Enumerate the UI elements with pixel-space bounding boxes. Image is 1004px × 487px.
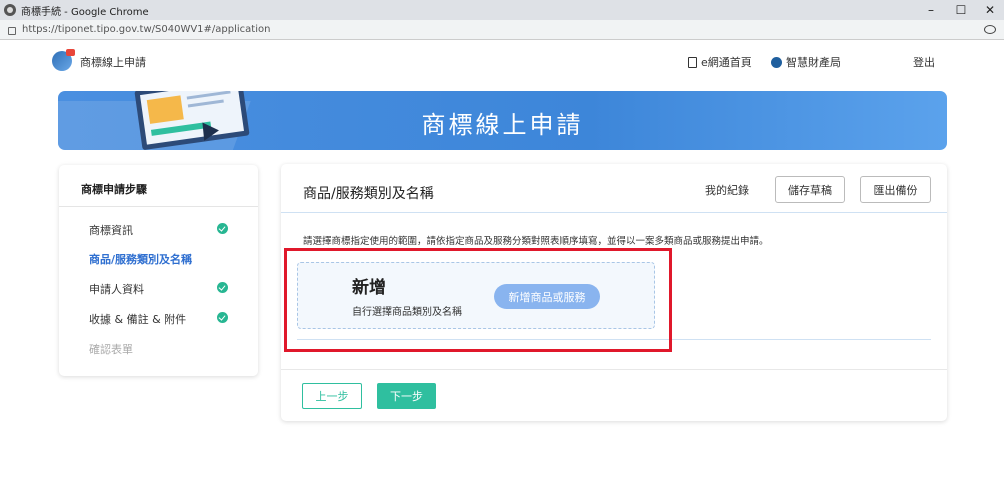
next-step-button[interactable]: 下一步 bbox=[377, 383, 436, 409]
export-backup-button[interactable]: 匯出備份 bbox=[860, 176, 931, 203]
highlight-box bbox=[284, 248, 672, 352]
step-goods-services[interactable]: 商品/服務類別及名稱 bbox=[89, 251, 239, 267]
document-icon bbox=[688, 57, 697, 68]
url-text[interactable]: https://tiponet.tipo.gov.tw/S040WV1#/app… bbox=[22, 24, 270, 35]
steps-sidebar: 商標申請步驟 商標資訊 商品/服務類別及名稱 申請人資料 收據 & 備註 & 附… bbox=[59, 165, 258, 376]
card-header-divider bbox=[281, 212, 947, 213]
lock-icon bbox=[8, 27, 16, 35]
globe-icon bbox=[771, 57, 782, 68]
check-icon bbox=[217, 223, 228, 234]
check-icon bbox=[217, 312, 228, 323]
sidebar-title: 商標申請步驟 bbox=[81, 181, 147, 197]
site-header: 商標線上申請 e網通首頁 智慧財產局 登出 bbox=[0, 41, 1004, 83]
save-draft-button[interactable]: 儲存草稿 bbox=[775, 176, 845, 203]
address-bar[interactable]: https://tiponet.tipo.gov.tw/S040WV1#/app… bbox=[0, 20, 1004, 40]
nav-home-label: e網通首頁 bbox=[701, 54, 752, 70]
page-title: 商品/服務類別及名稱 bbox=[303, 183, 434, 203]
my-record-link[interactable]: 我的紀錄 bbox=[705, 182, 749, 198]
prev-step-button[interactable]: 上一步 bbox=[302, 383, 362, 409]
banner: 商標線上申請 bbox=[58, 91, 947, 150]
tracking-eye-icon[interactable] bbox=[984, 25, 996, 34]
site-name[interactable]: 商標線上申請 bbox=[80, 54, 146, 70]
nav-home-link[interactable]: e網通首頁 bbox=[688, 54, 752, 70]
close-button[interactable]: ✕ bbox=[975, 0, 1004, 20]
nav-tipo-label: 智慧財產局 bbox=[786, 54, 841, 70]
sidebar-divider bbox=[59, 206, 258, 207]
footer-divider bbox=[281, 369, 947, 370]
step-confirm-form: 確認表單 bbox=[89, 341, 239, 357]
minimize-button[interactable]: – bbox=[916, 0, 946, 20]
tipo-logo-icon[interactable] bbox=[52, 51, 72, 71]
maximize-button[interactable]: ☐ bbox=[946, 0, 976, 20]
window-title: 商標手続 - Google Chrome bbox=[21, 3, 149, 18]
nav-tipo-link[interactable]: 智慧財產局 bbox=[771, 54, 841, 70]
check-icon bbox=[217, 282, 228, 293]
browser-title-bar: 商標手続 - Google Chrome – ☐ ✕ bbox=[0, 0, 1004, 20]
logout-link[interactable]: 登出 bbox=[913, 54, 935, 70]
instruction-text: 請選擇商標指定使用的範圍，請依指定商品及服務分類對照表順序填寫，並得以一案多類商… bbox=[303, 233, 769, 247]
banner-title: 商標線上申請 bbox=[58, 105, 947, 140]
chrome-app-icon bbox=[4, 4, 16, 16]
